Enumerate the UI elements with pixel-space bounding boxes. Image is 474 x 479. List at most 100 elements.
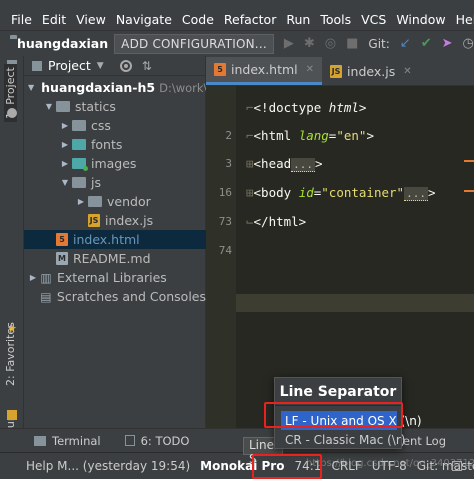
tree-item-scratches[interactable]: ▤ Scratches and Consoles — [24, 287, 206, 306]
js-file-icon: JS — [88, 214, 100, 227]
menu-refactor[interactable]: Refactor — [219, 12, 281, 27]
stop-icon[interactable]: ■ — [346, 36, 358, 51]
tree-item-label: css — [91, 118, 111, 133]
chevron-right-icon[interactable]: ▶ — [76, 197, 86, 206]
folder-icon — [72, 139, 86, 150]
terminal-icon — [34, 435, 46, 446]
add-configuration-button[interactable]: ADD CONFIGURATION... — [114, 33, 274, 54]
folder-icon — [72, 158, 88, 171]
change-marker — [464, 190, 474, 192]
highlight-box-lf-option — [264, 402, 403, 428]
project-view-icon — [32, 60, 42, 71]
code-line-73[interactable]: ⌙</html> — [246, 214, 306, 229]
coverage-icon[interactable]: ◎ — [325, 36, 336, 51]
tree-item-external-libraries[interactable]: ▶ ▥ External Libraries — [24, 268, 206, 287]
tree-item-index-html[interactable]: 5 index.html — [24, 230, 206, 249]
chevron-down-icon[interactable]: ▼ — [97, 61, 104, 71]
collapse-icon[interactable]: ⇅ — [142, 59, 152, 73]
html-file-icon: 5 — [56, 233, 68, 246]
tree-item-vendor[interactable]: ▶ vendor — [24, 192, 206, 211]
line-number: 73 — [218, 215, 232, 228]
chevron-right-icon[interactable]: ▶ — [60, 140, 70, 149]
toolbar-project-name[interactable]: huangdaxian — [17, 36, 108, 51]
menu-tools[interactable]: Tools — [315, 12, 356, 27]
tree-item-index-js[interactable]: JS index.js — [24, 211, 206, 230]
commit-strip-icon[interactable] — [7, 108, 17, 118]
option-cr[interactable]: CR - Classic Mac (\r) — [281, 430, 405, 449]
terminal-label: Terminal — [52, 433, 101, 448]
scratches-icon: ▤ — [40, 289, 52, 304]
menu-view[interactable]: View — [71, 12, 111, 27]
git-history-icon[interactable]: ◷ — [463, 36, 474, 51]
window-title-strip — [0, 0, 474, 8]
folder-icon — [72, 120, 86, 131]
tree-item-label: Scratches and Consoles — [56, 289, 206, 304]
chevron-right-icon[interactable]: ▶ — [60, 121, 70, 130]
chevron-down-icon[interactable]: ▼ — [28, 83, 34, 92]
menu-vcs[interactable]: VCS — [356, 12, 391, 27]
folder-icon — [72, 177, 86, 188]
locate-target-icon[interactable] — [119, 59, 132, 72]
menu-window[interactable]: Window — [391, 12, 450, 27]
highlight-box-crlf — [252, 454, 322, 479]
tree-item-css[interactable]: ▶ css — [24, 116, 206, 135]
code-editor: 5 index.html ✕ JS index.js ✕ 2 3 16 73 7… — [206, 56, 474, 428]
tree-item-label: fonts — [91, 137, 123, 152]
notifications-icon[interactable] — [14, 462, 22, 470]
tab-label: index.html — [231, 62, 298, 77]
code-line-2[interactable]: ⌐<html lang="en"> — [246, 128, 374, 143]
close-icon[interactable]: ✕ — [306, 64, 314, 75]
chevron-right-icon[interactable]: ▶ — [28, 273, 38, 282]
terminal-button[interactable]: Terminal — [34, 434, 101, 448]
debug-icon[interactable]: ✱ — [304, 36, 315, 51]
html-file-icon: 5 — [214, 63, 226, 76]
tree-item-label: vendor — [107, 194, 151, 209]
project-panel: Project ▼ ⇅ ▼ huangdaxian-h5 D:\work\jx-… — [24, 56, 222, 428]
line-number: 16 — [218, 186, 232, 199]
git-update-icon[interactable]: ↙ — [400, 36, 411, 51]
close-icon[interactable]: ✕ — [403, 66, 411, 77]
collapsed-region[interactable]: ... — [404, 187, 428, 201]
tree-item-label: README.md — [73, 251, 151, 266]
code-line-16[interactable]: ⊞<body id="container"... > — [246, 185, 435, 201]
menu-run[interactable]: Run — [281, 12, 315, 27]
main-toolbar: huangdaxian ADD CONFIGURATION... ▶ ✱ ◎ ■… — [0, 30, 474, 56]
tree-item-statics[interactable]: ▼ statics — [24, 97, 206, 116]
project-view-label[interactable]: Project — [48, 58, 91, 73]
chevron-right-icon[interactable]: ▶ — [60, 159, 70, 168]
run-icon[interactable]: ▶ — [284, 36, 294, 51]
tree-item-js[interactable]: ▼ js — [24, 173, 206, 192]
library-icon: ▥ — [40, 270, 52, 285]
tree-item-label: index.html — [73, 232, 140, 247]
todo-button[interactable]: 6: TODO — [124, 433, 190, 448]
menu-edit[interactable]: Edit — [37, 12, 71, 27]
tree-item-root[interactable]: ▼ huangdaxian-h5 D:\work\jx- — [24, 78, 222, 97]
code-line-3[interactable]: ⊞<head... > — [246, 156, 323, 172]
tree-item-images[interactable]: ▶ images — [24, 154, 206, 173]
status-help-message[interactable]: Help M... (yesterday 19:54) — [26, 459, 190, 473]
tab-index-html[interactable]: 5 index.html ✕ — [206, 57, 323, 85]
menu-help[interactable]: Help — [451, 12, 474, 27]
star-icon: ★ — [7, 322, 17, 335]
markdown-file-icon: M — [56, 252, 68, 265]
tree-item-readme[interactable]: M README.md — [24, 249, 206, 268]
git-label: Git: — [368, 36, 390, 51]
menu-file[interactable]: File — [6, 12, 37, 27]
menu-code[interactable]: Code — [177, 12, 219, 27]
todo-label: 6: TODO — [140, 433, 190, 448]
line-gutter: 2 3 16 73 74 — [206, 86, 236, 428]
collapsed-region[interactable]: ... — [291, 158, 316, 172]
left-tool-strip: 1: Project 2: Favorites ★ Z: Structure — [0, 56, 24, 476]
code-line-1[interactable]: ⌐<!doctype html> — [246, 100, 366, 115]
tree-item-label: js — [91, 175, 101, 190]
menu-bar: File Edit View Navigate Code Refactor Ru… — [0, 8, 474, 30]
folder-icon — [56, 101, 70, 112]
chevron-down-icon[interactable]: ▼ — [60, 178, 70, 187]
git-commit-icon[interactable]: ✔ — [421, 36, 432, 51]
tab-index-js[interactable]: JS index.js ✕ — [322, 57, 420, 85]
chevron-down-icon[interactable]: ▼ — [44, 102, 54, 111]
tree-item-fonts[interactable]: ▶ fonts — [24, 135, 206, 154]
project-panel-header: Project ▼ ⇅ — [24, 56, 205, 76]
git-push-icon[interactable]: ➤ — [442, 36, 453, 51]
menu-navigate[interactable]: Navigate — [111, 12, 177, 27]
